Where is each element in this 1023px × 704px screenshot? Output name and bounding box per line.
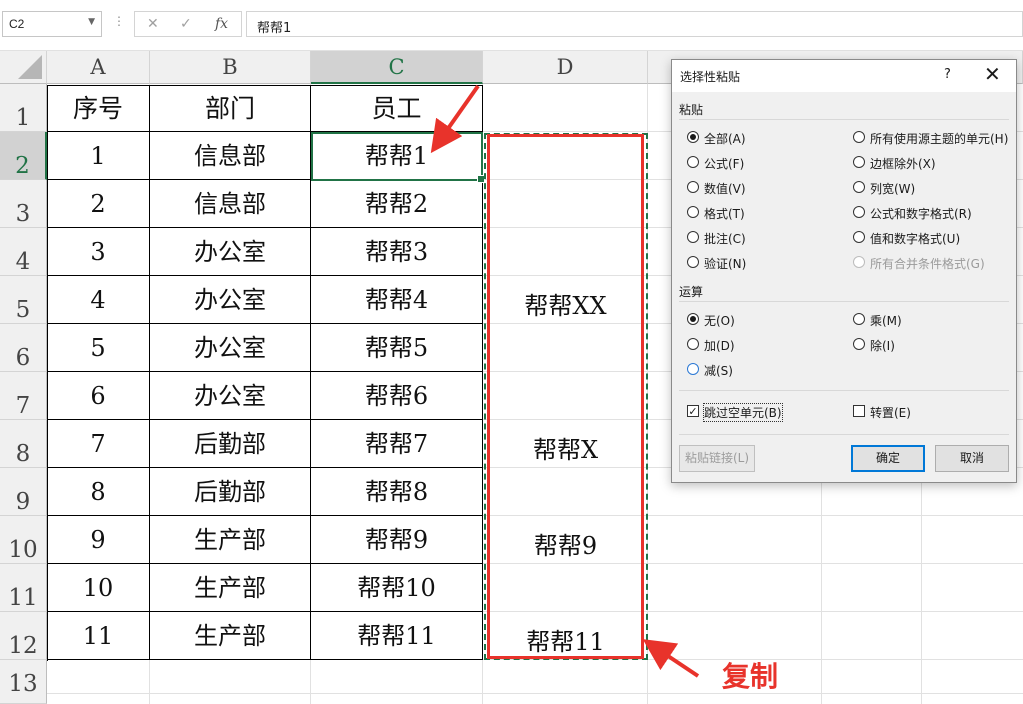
table-cell[interactable]: 信息部 [150, 180, 311, 228]
row-header[interactable]: 12 [0, 612, 47, 660]
row-header[interactable]: 3 [0, 180, 47, 228]
table-cell[interactable]: 生产部 [150, 564, 311, 612]
table-cell[interactable]: 后勤部 [150, 420, 311, 468]
table-cell[interactable]: 3 [47, 228, 150, 276]
operation-group-label: 运算 [679, 285, 704, 299]
enter-icon[interactable]: ✓ [180, 16, 192, 32]
highlight-box [487, 134, 644, 659]
column-header-c[interactable]: C [311, 51, 483, 84]
table-cell[interactable]: 2 [47, 180, 150, 228]
name-box[interactable]: C2 ▼ [2, 11, 102, 37]
table-cell[interactable]: 4 [47, 276, 150, 324]
row-header[interactable]: 11 [0, 564, 47, 612]
table-cell[interactable]: 帮帮10 [311, 564, 483, 612]
cell-d5[interactable]: 帮帮XX [484, 286, 647, 321]
formula-text: 帮帮1 [257, 21, 292, 36]
column-header-d[interactable]: D [483, 51, 648, 84]
cell-d8[interactable]: 帮帮X [484, 430, 647, 465]
formula-tools: ✕ ✓ fx [134, 11, 242, 37]
row-header[interactable]: 7 [0, 372, 47, 420]
cancel-button[interactable]: 取消 [935, 445, 1009, 472]
table-cell[interactable]: 帮帮6 [311, 372, 483, 420]
row-header[interactable]: 4 [0, 228, 47, 276]
row-header[interactable]: 9 [0, 468, 47, 516]
table-cell[interactable]: 办公室 [150, 372, 311, 420]
paste-special-dialog: 选择性粘贴 ? ✕ 粘贴 全部(A) 公式(F) 数值(V) 格式(T) 批注(… [671, 59, 1017, 483]
row-header[interactable]: 1 [0, 84, 47, 132]
cancel-icon[interactable]: ✕ [147, 16, 159, 32]
table-cell[interactable]: 帮帮11 [311, 612, 483, 660]
formula-bar: C2 ▼ ⋮ ✕ ✓ fx 帮帮1 [0, 0, 1023, 51]
dialog-title: 选择性粘贴 [680, 70, 741, 84]
select-all-corner[interactable] [0, 51, 47, 84]
row-header[interactable]: 10 [0, 516, 47, 564]
table-cell[interactable]: 办公室 [150, 324, 311, 372]
table-cell[interactable]: 6 [47, 372, 150, 420]
row-header[interactable]: 8 [0, 420, 47, 468]
header-cell[interactable]: 员工 [311, 85, 483, 132]
column-header-a[interactable]: A [47, 51, 150, 84]
table-cell[interactable]: 帮帮5 [311, 324, 483, 372]
table-cell[interactable]: 生产部 [150, 516, 311, 564]
copy-annotation-label: 复制 [722, 660, 779, 693]
paste-group-label: 粘贴 [679, 103, 704, 117]
row-header[interactable]: 6 [0, 324, 47, 372]
insert-function-icon[interactable]: fx [215, 16, 228, 32]
row-header[interactable]: 5 [0, 276, 47, 324]
table-cell[interactable]: 帮帮8 [311, 468, 483, 516]
table-cell[interactable]: 7 [47, 420, 150, 468]
paste-link-button[interactable]: 粘贴链接(L) [679, 445, 755, 472]
drag-handle-icon[interactable]: ⋮ [113, 14, 125, 28]
ok-button[interactable]: 确定 [851, 445, 925, 472]
dialog-titlebar: 选择性粘贴 ? ✕ [672, 60, 1016, 92]
cell-d10[interactable]: 帮帮9 [484, 526, 647, 561]
help-icon[interactable]: ? [944, 67, 951, 82]
table-cell[interactable]: 帮帮2 [311, 180, 483, 228]
table-cell[interactable]: 生产部 [150, 612, 311, 660]
column-header-b[interactable]: B [150, 51, 311, 84]
table-cell[interactable]: 办公室 [150, 228, 311, 276]
active-cell-c2[interactable] [311, 132, 485, 183]
arrow-to-copy-area [642, 639, 700, 678]
table-cell[interactable]: 帮帮7 [311, 420, 483, 468]
name-box-value: C2 [9, 17, 25, 31]
row-header[interactable]: 13 [0, 660, 47, 704]
table-cell[interactable]: 10 [47, 564, 150, 612]
table-cell[interactable]: 8 [47, 468, 150, 516]
row-header[interactable]: 2 [0, 132, 47, 180]
table-cell[interactable]: 办公室 [150, 276, 311, 324]
table-cell[interactable]: 1 [47, 132, 150, 180]
chevron-down-icon[interactable]: ▼ [88, 17, 95, 27]
table-cell[interactable]: 帮帮3 [311, 228, 483, 276]
table-cell[interactable]: 9 [47, 516, 150, 564]
table-cell[interactable]: 帮帮4 [311, 276, 483, 324]
header-cell[interactable]: 部门 [150, 85, 311, 132]
table-cell[interactable]: 5 [47, 324, 150, 372]
table-cell[interactable]: 信息部 [150, 132, 311, 180]
table-cell[interactable]: 后勤部 [150, 468, 311, 516]
close-icon[interactable]: ✕ [984, 63, 1001, 85]
table-cell[interactable]: 11 [47, 612, 150, 660]
table-cell[interactable]: 帮帮9 [311, 516, 483, 564]
cell-d12[interactable]: 帮帮11 [484, 622, 647, 657]
header-cell[interactable]: 序号 [47, 85, 150, 132]
formula-input[interactable]: 帮帮1 [246, 11, 1023, 37]
